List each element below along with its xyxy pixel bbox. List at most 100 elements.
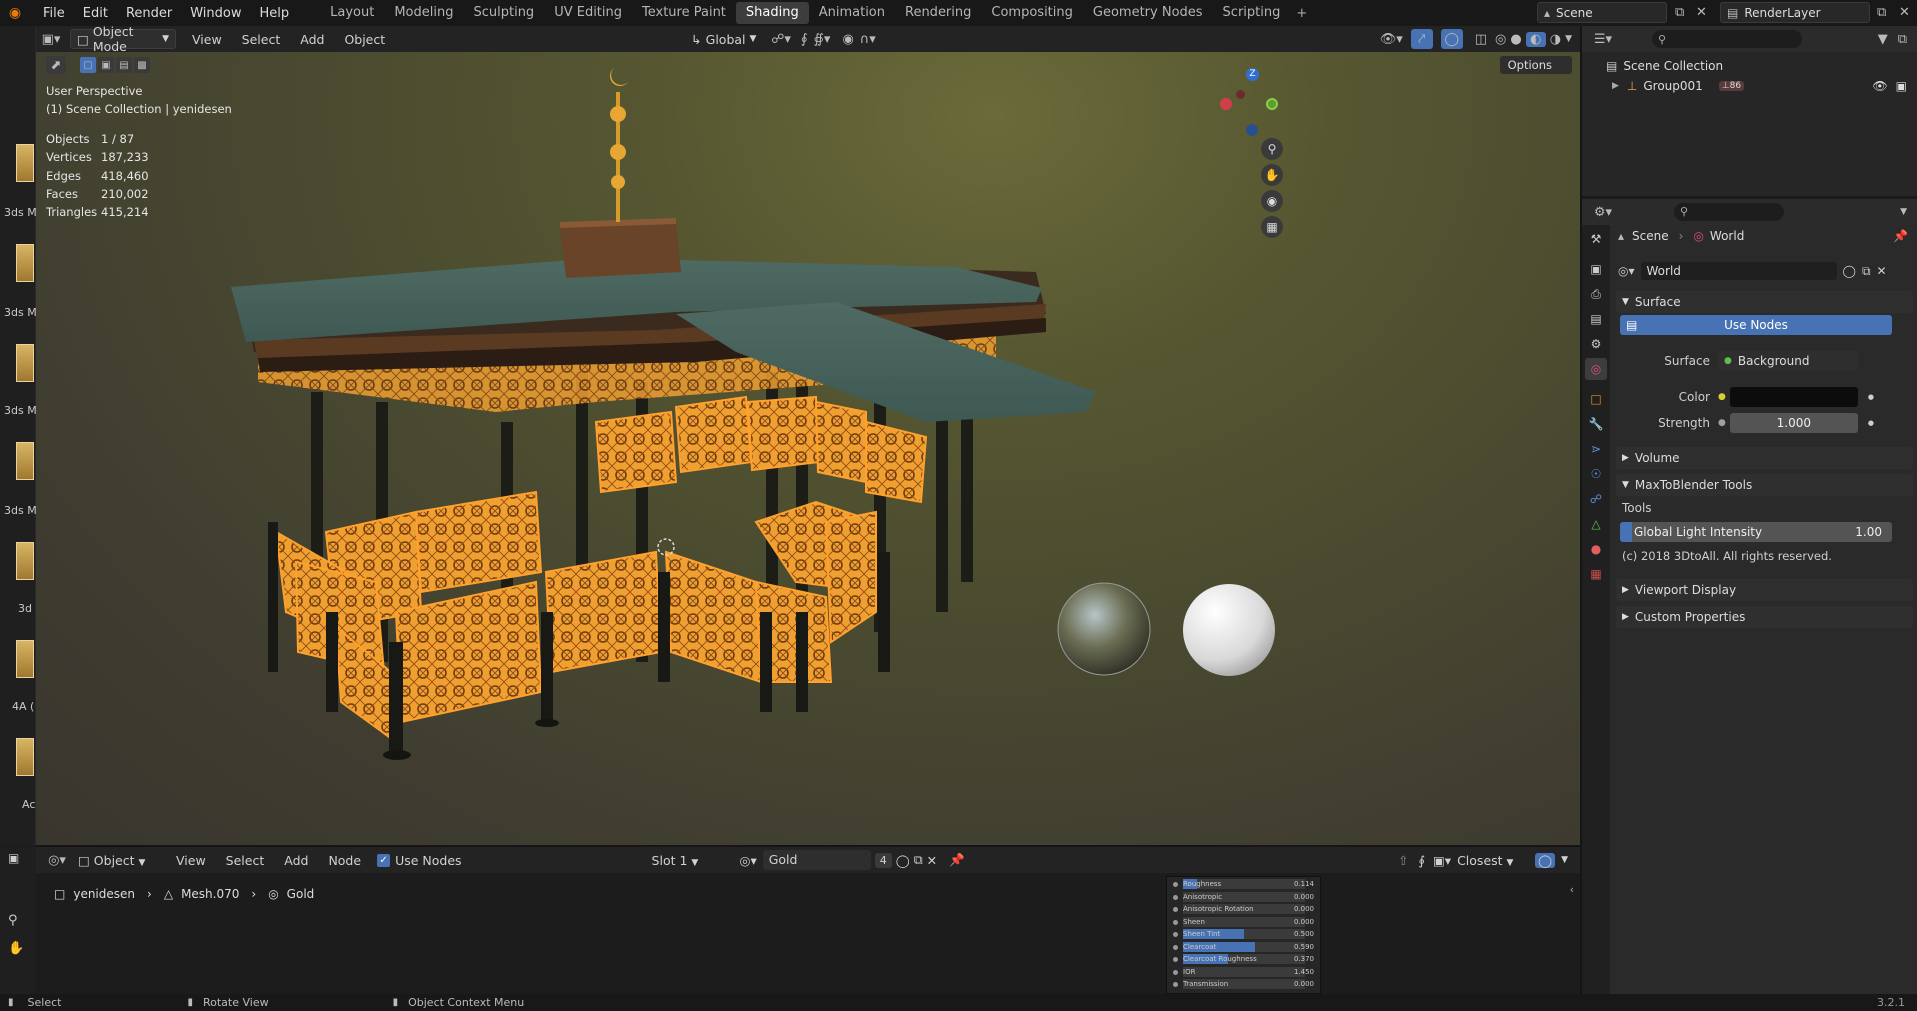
gizmo-neg-y-icon[interactable] — [1236, 90, 1245, 99]
unlink-icon[interactable]: ✕ — [927, 853, 937, 868]
use-nodes-checkbox[interactable]: ✓ — [377, 853, 391, 867]
workspace-tab-texture-paint[interactable]: Texture Paint — [632, 2, 736, 24]
pan-view-icon[interactable]: ✋ — [1261, 164, 1283, 186]
asset-thumbnail[interactable] — [16, 144, 34, 182]
transform-orientation-dropdown[interactable]: ↳ Global ▼ — [685, 29, 761, 49]
delete-scene-icon[interactable]: ✕ — [1696, 5, 1707, 20]
snap-icon[interactable]: ∮ — [1418, 853, 1425, 868]
texture-tab-icon[interactable]: ▦ — [1585, 563, 1607, 585]
object-mode-dropdown[interactable]: □ Object Mode ▼ — [70, 24, 176, 54]
surface-shader-field[interactable]: ● Background — [1718, 351, 1858, 371]
top-menu-render[interactable]: Render — [117, 6, 181, 21]
chevron-down-icon[interactable]: ▼ — [1565, 34, 1572, 44]
pivot-point-icon[interactable]: ☍▾ — [771, 32, 791, 47]
gizmo-neg-z-icon[interactable] — [1246, 124, 1258, 136]
asset-thumbnail[interactable] — [16, 442, 34, 480]
viewport-menu-select[interactable]: Select — [232, 32, 291, 47]
workspace-tab-scripting[interactable]: Scripting — [1213, 2, 1291, 24]
pin-icon[interactable]: 📌 — [949, 852, 965, 868]
sidebar-toggle-icon[interactable]: ‹ — [1570, 883, 1574, 896]
editor-type-icon[interactable]: ☰▾ — [1588, 32, 1618, 47]
zoom-view-icon[interactable]: ⚲ — [1261, 138, 1283, 160]
ortho-toggle-icon[interactable]: ▦ — [1261, 216, 1283, 238]
breadcrumb-scene[interactable]: Scene — [1632, 229, 1669, 243]
viewport-menu-add[interactable]: Add — [290, 32, 334, 47]
shader-type-dropdown[interactable]: □ Object ▼ — [78, 853, 160, 868]
object-tab-icon[interactable]: □ — [1585, 388, 1607, 410]
node-input-row[interactable]: Clearcoat 0.590 — [1167, 941, 1320, 954]
surface-panel-header[interactable]: ▼ Surface — [1616, 291, 1913, 313]
editor-type-icon[interactable]: ◎▾ — [42, 853, 72, 868]
constraints-tab-icon[interactable]: ☍ — [1585, 488, 1607, 510]
strength-slider[interactable]: 1.000 — [1729, 413, 1858, 433]
asset-thumbnail[interactable] — [16, 640, 34, 678]
view-layer-tab-icon[interactable]: ▤ — [1585, 308, 1607, 330]
use-nodes-button[interactable]: ▤ Use Nodes — [1620, 315, 1892, 335]
material-tab-icon[interactable]: ● — [1585, 538, 1607, 560]
proportional-edit-icon[interactable]: ◉ — [842, 32, 853, 47]
outliner-item-group001[interactable]: ▶ ⊥ Group001 ⊥86 👁 ▣ — [1582, 76, 1917, 96]
pavilion-model[interactable] — [36, 52, 1580, 845]
world-datablock[interactable]: ◎▾ World ◯ ⧉ ✕ — [1618, 261, 1908, 281]
falloff-icon[interactable]: ∩▾ — [860, 32, 876, 47]
pin-icon[interactable]: 📌 — [1893, 229, 1908, 243]
node-input-row[interactable]: Transmission 0.000 — [1167, 978, 1320, 991]
navigation-gizmo[interactable]: Z — [1220, 68, 1280, 138]
workspace-tab-geometry-nodes[interactable]: Geometry Nodes — [1083, 2, 1213, 24]
parent-node-tree-icon[interactable]: ⇧ — [1398, 853, 1408, 868]
material-users-count[interactable]: 4 — [874, 852, 892, 868]
global-light-intensity-slider[interactable]: Global Light Intensity 1.00 — [1620, 522, 1892, 542]
new-view-layer-icon[interactable]: ⧉ — [1877, 5, 1886, 20]
asset-thumbnail[interactable] — [16, 738, 34, 776]
delete-view-layer-icon[interactable]: ✕ — [1899, 5, 1910, 20]
top-menu-edit[interactable]: Edit — [74, 6, 117, 21]
camera-view-icon[interactable]: ◉ — [1261, 190, 1283, 212]
workspace-tab-compositing[interactable]: Compositing — [981, 2, 1083, 24]
snap-element-icon[interactable]: ▣▾ — [1433, 853, 1451, 868]
node-input-row[interactable]: Roughness 0.114 — [1167, 878, 1320, 891]
shader-editor-canvas[interactable]: □ yenidesen › △ Mesh.070 › ◎ Gold ‹ — [36, 873, 1580, 994]
visibility-eye-icon[interactable]: 👁 — [1872, 79, 1887, 93]
workspace-tab-sculpting[interactable]: Sculpting — [463, 2, 544, 24]
chevron-down-icon[interactable]: ▼ — [1561, 855, 1568, 865]
scene-tab-icon[interactable]: ⚙ — [1585, 333, 1607, 355]
add-workspace-icon[interactable]: + — [1296, 6, 1307, 21]
fake-user-icon[interactable]: ◯ — [1843, 264, 1856, 278]
gizmo-y-axis-icon[interactable] — [1266, 98, 1278, 110]
workspace-tab-rendering[interactable]: Rendering — [895, 2, 981, 24]
world-browse-icon[interactable]: ◎▾ — [1618, 264, 1635, 278]
custom-properties-panel-header[interactable]: ▶ Custom Properties — [1616, 606, 1913, 628]
color-swatch[interactable] — [1729, 387, 1858, 407]
node-input-row[interactable]: Anisotropic 0.000 — [1167, 891, 1320, 904]
asset-thumbnail[interactable] — [16, 542, 34, 580]
node-input-row[interactable]: Clearcoat Roughness 0.370 — [1167, 953, 1320, 966]
scene-selector[interactable]: ▴ Scene — [1537, 2, 1667, 23]
duplicate-icon[interactable]: ⧉ — [914, 852, 923, 868]
workspace-tab-animation[interactable]: Animation — [809, 2, 895, 24]
xray-icon[interactable]: ◫ — [1475, 32, 1487, 47]
top-menu-file[interactable]: File — [34, 6, 74, 21]
overlays-icon[interactable]: ◯ — [1440, 29, 1463, 49]
asset-thumbnail[interactable] — [16, 344, 34, 382]
breadcrumb-world[interactable]: World — [1710, 229, 1744, 243]
fake-user-icon[interactable]: ◯ — [896, 853, 910, 868]
3d-viewport[interactable]: ⬈ ▢ ▣ ▤ ▩ Options User Perspective (1) S… — [36, 52, 1580, 845]
gizmo-z-axis-icon[interactable]: Z — [1246, 68, 1259, 81]
principled-bsdf-node[interactable]: Roughness 0.114 Anisotropic 0.000 Anisotropi… — [1166, 876, 1321, 994]
material-shading-icon[interactable]: ◐ — [1525, 31, 1546, 47]
editor-type-icon[interactable]: ▣ — [8, 851, 19, 865]
workspace-tab-layout[interactable]: Layout — [320, 2, 384, 24]
wireframe-shading-icon[interactable]: ◎ — [1495, 32, 1506, 47]
render-camera-icon[interactable]: ▣ — [1896, 79, 1907, 93]
keyframe-dot-icon[interactable]: ● — [1868, 393, 1874, 401]
rendered-shading-icon[interactable]: ◑ — [1550, 32, 1561, 47]
unlink-icon[interactable]: ✕ — [1877, 264, 1887, 278]
node-menu-view[interactable]: View — [166, 853, 216, 868]
material-browse-icon[interactable]: ◎▾ — [740, 853, 757, 868]
pan-icon[interactable]: ✋ — [8, 941, 24, 956]
view-layer-selector[interactable]: ▤ RenderLayer — [1720, 2, 1870, 23]
outliner-root-row[interactable]: ▤ Scene Collection — [1582, 56, 1917, 76]
tool-tab-icon[interactable]: ⚒ — [1585, 228, 1607, 250]
new-collection-icon[interactable]: ⧉ — [1898, 32, 1907, 47]
gizmo-x-axis-icon[interactable] — [1220, 98, 1232, 110]
